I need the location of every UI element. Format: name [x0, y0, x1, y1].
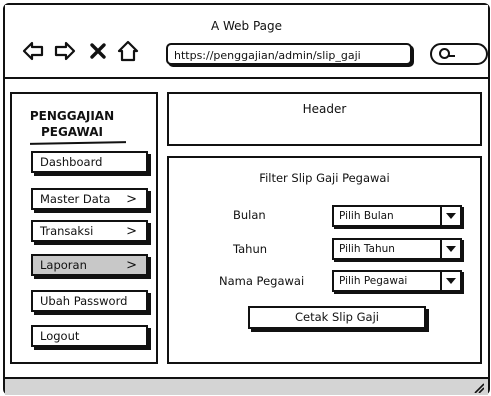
- sidebar-item-label: Dashboard: [40, 155, 103, 169]
- sidebar-item-label: Logout: [40, 329, 80, 343]
- sidebar-item-label: Master Data: [40, 192, 111, 206]
- chevron-down-icon: [440, 272, 460, 290]
- sidebar-item-ubah-password[interactable]: Ubah Password: [31, 290, 148, 312]
- chevron-down-icon: [440, 240, 460, 258]
- search-icon: [439, 48, 455, 59]
- sidebar-item-label: Transaksi: [40, 224, 94, 238]
- page-header: Header: [167, 92, 482, 146]
- chevron-right-icon: >: [126, 192, 137, 207]
- filter-title: Filter Slip Gaji Pegawai: [259, 171, 390, 185]
- pegawai-select-value: Pilih Pegawai: [339, 275, 408, 287]
- sidebar-item-dashboard[interactable]: Dashboard: [31, 151, 148, 173]
- bulan-select-value: Pilih Bulan: [339, 210, 394, 222]
- pegawai-select[interactable]: Pilih Pegawai: [332, 270, 462, 292]
- tahun-label: Tahun: [233, 242, 268, 256]
- chevron-right-icon: >: [126, 258, 137, 273]
- forward-arrow-icon[interactable]: [54, 40, 76, 62]
- sidebar: PENGGAJIAN PEGAWAI Dashboard Master Data…: [10, 92, 158, 364]
- bulan-select[interactable]: Pilih Bulan: [332, 205, 462, 227]
- search-button[interactable]: [430, 43, 488, 65]
- brand-line1: PENGGAJIAN: [29, 109, 115, 123]
- sidebar-item-label: Laporan: [40, 258, 87, 272]
- sidebar-item-master-data[interactable]: Master Data >: [31, 188, 148, 210]
- window-title: A Web Page: [210, 19, 283, 33]
- bulan-label: Bulan: [233, 208, 266, 222]
- browser-toolbar: A Web Page https://penggajian/admin/slip…: [5, 5, 488, 79]
- close-icon[interactable]: [87, 40, 109, 62]
- sidebar-item-logout[interactable]: Logout: [31, 325, 148, 347]
- resize-grip-icon[interactable]: [472, 381, 484, 393]
- brand-title: PENGGAJIAN PEGAWAI: [12, 108, 132, 140]
- chevron-right-icon: >: [126, 224, 137, 239]
- brand-line2: PEGAWAI: [40, 125, 104, 139]
- sidebar-item-laporan[interactable]: Laporan >: [31, 254, 148, 276]
- home-icon[interactable]: [117, 40, 139, 62]
- header-title: Header: [302, 102, 347, 116]
- status-bar: [5, 377, 488, 395]
- address-bar[interactable]: https://penggajian/admin/slip_gaji: [166, 43, 412, 65]
- chevron-down-icon: [440, 207, 460, 225]
- cetak-slip-gaji-button[interactable]: Cetak Slip Gaji: [248, 306, 426, 329]
- brand-divider: [29, 141, 127, 145]
- tahun-select-value: Pilih Tahun: [339, 243, 395, 255]
- tahun-select[interactable]: Pilih Tahun: [332, 238, 462, 260]
- nama-pegawai-label: Nama Pegawai: [219, 274, 305, 288]
- sidebar-item-label: Ubah Password: [40, 294, 128, 308]
- sidebar-item-transaksi[interactable]: Transaksi >: [31, 220, 148, 242]
- back-arrow-icon[interactable]: [22, 40, 44, 62]
- filter-panel: Filter Slip Gaji Pegawai Bulan Pilih Bul…: [167, 156, 482, 364]
